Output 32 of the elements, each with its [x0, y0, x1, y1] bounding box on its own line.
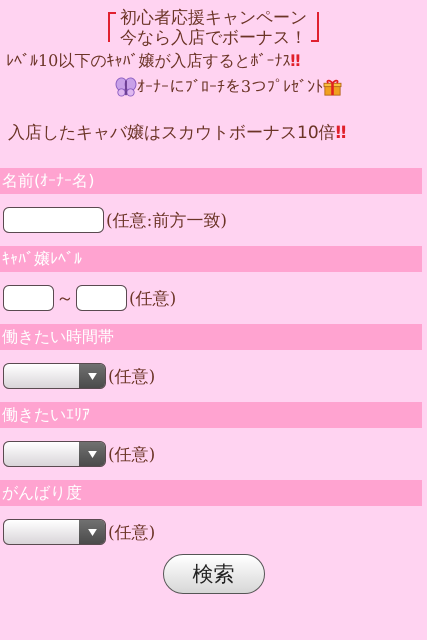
hint-text: (任意) [108, 522, 156, 544]
bracket-mark [108, 12, 116, 42]
dropdown[interactable] [3, 519, 106, 545]
text-field[interactable] [76, 285, 127, 311]
caret-icon [88, 372, 96, 380]
hint-text: (任意) [108, 444, 156, 466]
notice-text: ｵｰﾅｰにﾌﾞﾛｰﾁを3つﾌﾟﾚｾﾞﾝﾄ [136, 76, 324, 98]
text-field[interactable] [3, 207, 104, 233]
section-header: 名前(ｵｰﾅｰ名) [0, 168, 422, 194]
text-field[interactable] [3, 285, 54, 311]
section-header: 働きたい時間帯 [0, 324, 422, 350]
section-header: がんばり度 [0, 480, 422, 506]
hint-text: (任意:前方一致) [106, 210, 227, 232]
exclamation-mark: ‼ [290, 50, 300, 72]
range-separator: ～ [56, 287, 74, 310]
caret-icon [88, 450, 96, 458]
section-header: 働きたいｴﾘｱ [0, 402, 422, 428]
hint-text: (任意) [108, 366, 156, 388]
search-button[interactable]: 検索 [162, 554, 264, 594]
hint-text: (任意) [129, 288, 176, 310]
exclamation-mark: ‼ [336, 122, 346, 145]
section-header: ｷｬﾊﾞ嬢ﾚﾍﾞﾙ [0, 246, 422, 272]
campaign-title: 初心者応援キャンペーン [120, 8, 307, 28]
caret-icon [88, 528, 96, 536]
dropdown[interactable] [3, 441, 106, 467]
notice-text: 入店したキャバ嬢はスカウトボーナス10倍 [8, 122, 336, 145]
dropdown[interactable] [3, 363, 106, 389]
bracket-mark [311, 12, 319, 42]
butterfly-icon [114, 77, 137, 97]
gift-icon [323, 78, 342, 96]
notice-text: ﾚﾍﾞﾙ10以下のｷｬﾊﾞ嬢が入店するとﾎﾞｰﾅｽ [6, 50, 290, 72]
campaign-title: 今なら入店でボーナス！ [120, 28, 307, 48]
